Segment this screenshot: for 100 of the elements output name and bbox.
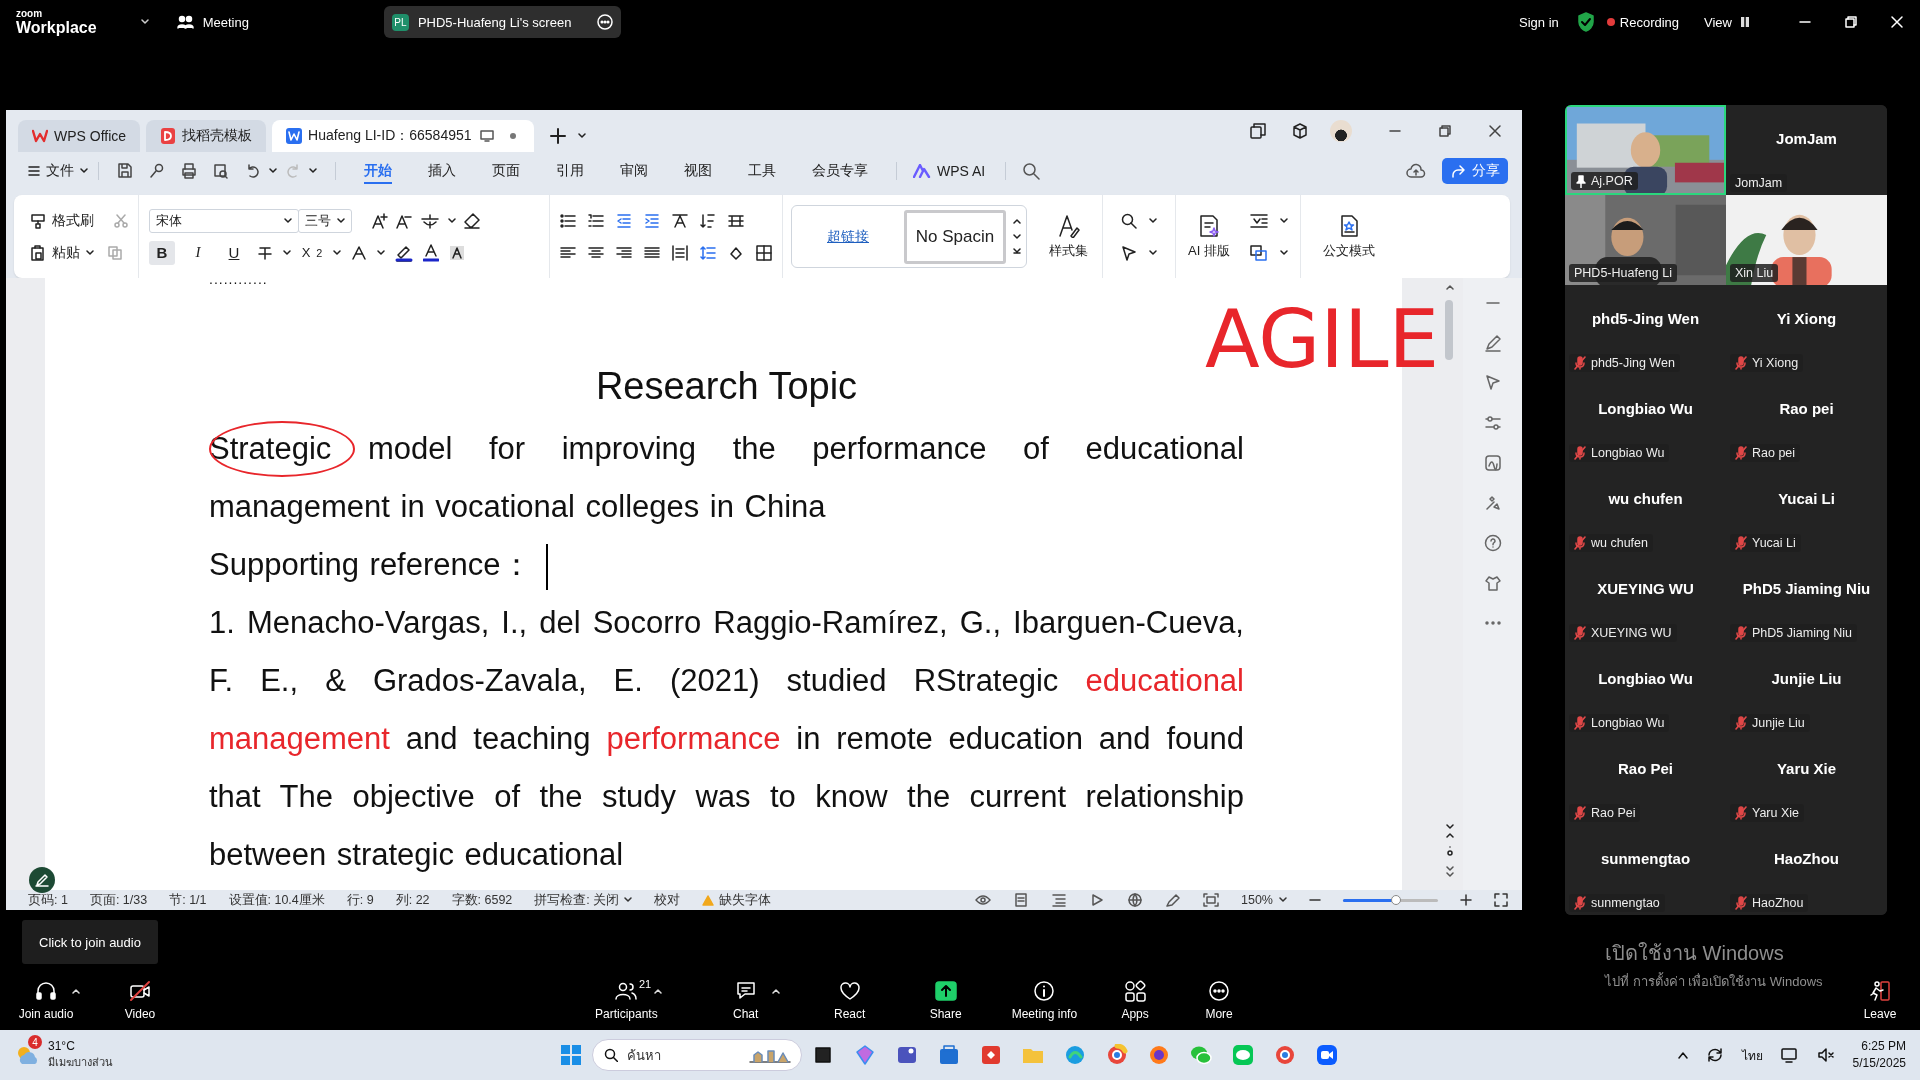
ai-layout-button[interactable]: AI 排版 [1188,213,1230,260]
search-icon[interactable] [1022,162,1041,180]
globe-icon[interactable] [1127,893,1143,907]
menu-tab[interactable]: 页面 [474,152,538,190]
cube-icon[interactable] [1292,123,1308,139]
pencil-icon[interactable] [1483,334,1502,352]
toolbar-button[interactable]: React [819,979,880,1021]
font-family-dropdown[interactable]: 宋体 [149,208,299,233]
more-icon[interactable] [596,14,613,30]
paste-button[interactable]: 粘贴 [30,243,94,262]
caret-icon[interactable] [283,249,291,256]
table-lines-icon[interactable] [728,212,744,229]
zoom-dropdown[interactable]: 150% [1241,893,1287,907]
help-icon[interactable] [1483,534,1502,552]
team-chat-icon[interactable] [896,1044,918,1066]
cloud-upload-icon[interactable] [1406,163,1426,179]
file-menu[interactable]: 文件 [28,162,88,180]
phonetic-icon[interactable] [420,212,440,229]
diamond-app-icon[interactable] [980,1044,1002,1066]
restore-icon[interactable] [1844,15,1858,29]
official-mode-button[interactable]: 公文模式 [1322,213,1375,260]
sync-icon[interactable] [1705,1047,1724,1063]
format-painter-button[interactable]: 格式刷 [30,211,94,230]
caret-icon[interactable] [1279,217,1288,224]
restore-icon[interactable] [1438,124,1452,138]
share-tab[interactable]: PL PHD5-Huafeng Li's screen [383,6,621,38]
menu-tab[interactable]: 插入 [410,152,474,190]
shirt-icon[interactable] [1483,574,1502,592]
menu-tab[interactable]: 开始 [346,152,410,190]
caret-icon[interactable] [377,249,385,256]
windows-icon[interactable] [1250,123,1266,139]
save-icon[interactable] [117,163,133,179]
text-effect-icon[interactable] [351,244,367,261]
meeting-button[interactable]: Meeting [176,14,249,30]
avatar[interactable] [1330,120,1352,142]
caret-icon[interactable] [1149,217,1157,224]
tab[interactable]: Huafeng LI-ID：66584951 [272,120,535,152]
scrollbar-thumb[interactable] [1445,300,1453,360]
brush-icon[interactable] [149,163,165,179]
eye-icon[interactable] [975,893,991,907]
undo-icon[interactable] [245,163,261,179]
highlight-icon[interactable] [395,243,413,262]
view-button[interactable]: View [1704,14,1750,30]
share-button[interactable]: 分享 [1442,158,1508,184]
add-tab-icon[interactable] [550,128,567,144]
close-icon[interactable] [1488,124,1502,138]
sort-icon[interactable] [700,212,716,229]
fullscreen-icon[interactable] [1494,893,1508,907]
toolbar-button[interactable]: Chat [715,979,776,1021]
align-center-icon[interactable] [588,244,604,261]
search-field[interactable]: ค้นหา [592,1039,802,1071]
menu-tab[interactable]: 审阅 [602,152,666,190]
caret-icon[interactable] [269,168,277,174]
caret-icon[interactable] [333,249,341,256]
select-icon[interactable] [1121,244,1137,261]
format-toggle[interactable]: B [149,240,175,265]
align-right-icon[interactable] [616,244,632,261]
toolbar-button[interactable]: Meeting info [1011,979,1078,1021]
page-view-icon[interactable] [1013,893,1029,907]
grow-font-icon[interactable] [372,212,388,229]
caret-icon[interactable] [1149,249,1157,256]
shading-icon[interactable] [449,244,465,261]
toolbar-button[interactable]: Leave [1860,979,1900,1021]
style-set-button[interactable]: 样式集 [1049,213,1088,260]
clock[interactable]: 6:25 PM 5/15/2025 [1852,1038,1906,1072]
caret-icon[interactable] [309,168,317,174]
shrink-font-icon[interactable] [396,212,412,229]
text-direction-icon[interactable] [672,212,688,229]
toolbar-button[interactable]: Apps [1105,979,1166,1021]
text-wrap-icon[interactable] [1249,212,1268,229]
caret-icon[interactable] [578,133,587,139]
line-spacing-icon[interactable] [700,244,716,261]
page-nav-icon[interactable] [1446,823,1454,879]
pen-icon[interactable] [1165,893,1181,907]
border-icon[interactable] [756,244,772,261]
indent-icon[interactable] [644,212,660,229]
cursor-icon[interactable] [1483,374,1502,392]
video-camera-icon[interactable] [1316,1044,1338,1066]
zoom-in-icon[interactable] [1460,894,1472,906]
print-icon[interactable] [181,163,197,179]
sliders-icon[interactable] [1483,414,1502,432]
play-icon[interactable] [1089,893,1105,907]
menu-tab[interactable]: 工具 [730,152,794,190]
toolbar-button[interactable]: Video [110,979,170,1021]
font-size-dropdown[interactable]: 三号 [298,208,352,233]
video-tile[interactable]: Aj.POR [1565,105,1726,195]
toolbar-button[interactable]: Participants 21 [595,979,658,1021]
windows-logo-icon[interactable] [560,1044,582,1066]
tab[interactable]: WPS Office [18,120,141,152]
caret-icon[interactable] [448,217,456,224]
justify-icon[interactable] [644,244,660,261]
status-warning[interactable]: 缺失字体 [702,891,772,909]
fit-icon[interactable] [1203,893,1219,907]
font-color-icon[interactable] [423,243,439,262]
strikethrough-icon[interactable] [257,244,273,261]
toolbar-button[interactable]: More [1189,979,1250,1021]
caret-icon[interactable] [1279,249,1288,256]
store-bag-icon[interactable] [938,1044,960,1066]
video-tile[interactable]: PHD5-Huafeng Li [1565,195,1726,285]
toolbar-button[interactable]: Share [915,979,976,1021]
